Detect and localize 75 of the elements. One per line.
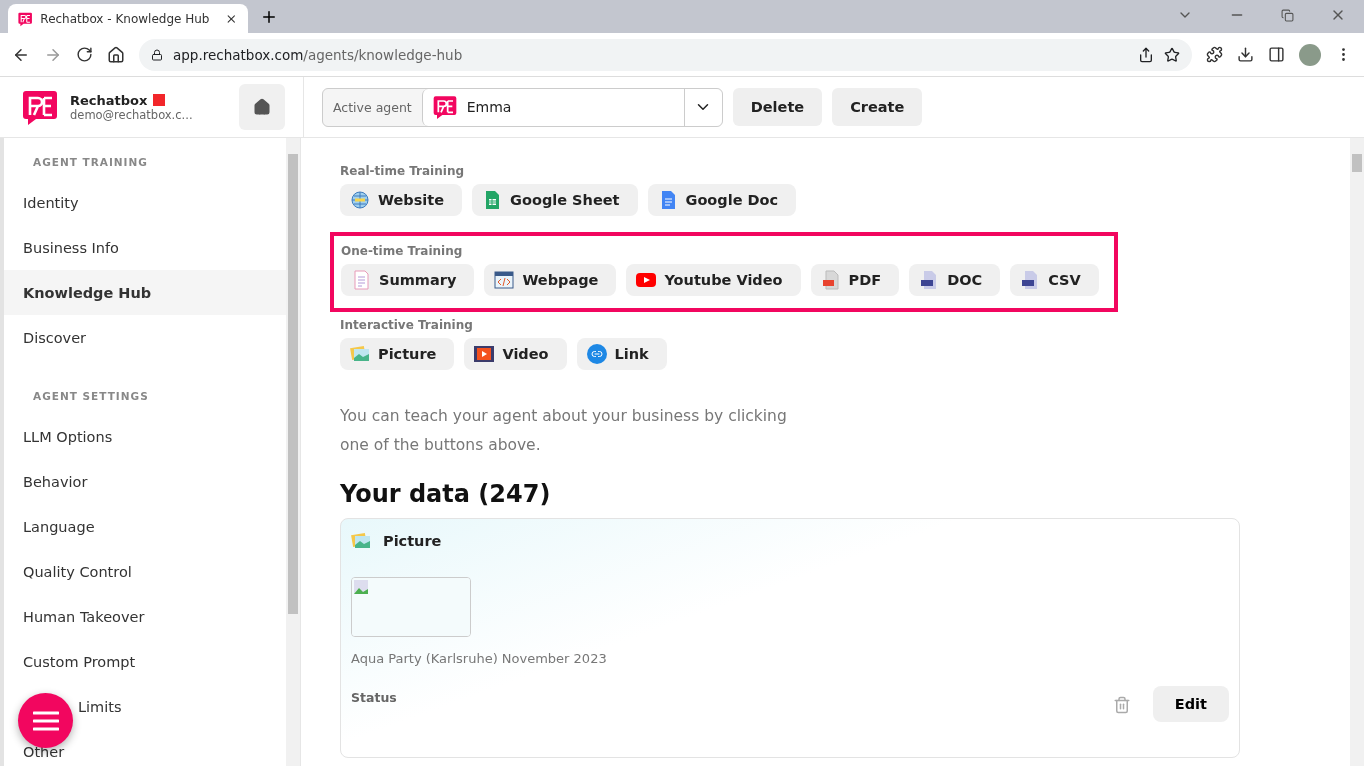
status-square-icon	[153, 94, 166, 106]
document-icon	[351, 270, 371, 290]
training-button[interactable]: Summary	[341, 264, 475, 296]
group-title: One-time Training	[341, 244, 464, 258]
sidebar-item[interactable]: Behavior	[4, 459, 286, 504]
sidebar-item[interactable]: Business Info	[4, 225, 286, 270]
edit-button[interactable]: Edit	[1152, 686, 1229, 722]
hint-text: You can teach your agent about your business by clicking one of the buttons above.	[340, 406, 788, 456]
group-title: Real-time Training	[340, 164, 466, 178]
section-heading: AGENT TRAINING	[32, 155, 149, 170]
training-button[interactable]: PDF	[810, 264, 900, 296]
sidebar-item[interactable]: Limits	[4, 684, 286, 729]
home-button[interactable]	[239, 84, 285, 130]
sidebar-item[interactable]: Language	[4, 504, 286, 549]
picture-icon	[350, 344, 370, 364]
training-button[interactable]: Website	[340, 184, 463, 216]
training-button[interactable]: DOC	[909, 264, 1001, 296]
section-heading: AGENT SETTINGS	[32, 389, 150, 404]
profile-avatar[interactable]	[1299, 43, 1321, 66]
agent-action-button[interactable]: Create	[832, 88, 923, 126]
menu-icon	[32, 710, 59, 731]
training-button[interactable]: Webpage	[484, 264, 617, 296]
training-button[interactable]: CSV	[1010, 264, 1099, 296]
section-title: Your data (247)	[340, 480, 552, 508]
logo-icon	[22, 89, 58, 125]
share-icon[interactable]	[1138, 46, 1154, 63]
url-text: app.rechatbox.com/agents/knowledge-hub	[173, 46, 463, 63]
scrollbar[interactable]	[286, 138, 300, 766]
address-bar[interactable]: app.rechatbox.com/agents/knowledge-hub	[139, 38, 1192, 71]
tab-title: Rechatbox - Knowledge Hub	[40, 11, 210, 26]
account-email: demo@rechatbox.c...	[70, 107, 194, 122]
menu-button[interactable]	[18, 693, 73, 748]
agent-avatar-icon	[432, 95, 457, 119]
home-icon	[253, 98, 271, 116]
sidebar-item[interactable]: LLM Options	[4, 414, 286, 459]
sidebar-item[interactable]: Discover	[4, 315, 286, 360]
training-button[interactable]: Link	[576, 338, 667, 370]
agent-label: Active agent	[332, 98, 413, 117]
brand-name: Rechatbox	[70, 92, 148, 108]
home-icon[interactable]	[107, 45, 125, 64]
card-title: Picture	[383, 533, 442, 549]
sidebar-item[interactable]: Custom Prompt	[4, 639, 286, 684]
sidebar-item[interactable]: Identity	[4, 180, 286, 225]
picture-icon	[351, 531, 371, 551]
film-icon	[474, 344, 495, 364]
training-button[interactable]: Youtube Video	[626, 264, 801, 296]
pdf-file-icon	[820, 270, 841, 290]
group-title: Interactive Training	[340, 318, 474, 332]
extensions-icon[interactable]	[1206, 46, 1223, 63]
reload-icon[interactable]	[76, 46, 93, 63]
browser-tab[interactable]: Rechatbox - Knowledge Hub	[8, 4, 248, 33]
link-icon	[586, 344, 607, 364]
restore-icon[interactable]	[1281, 8, 1294, 22]
training-button[interactable]: Picture	[340, 338, 455, 370]
status-label: Status	[351, 690, 397, 705]
sidebar-item[interactable]: Other	[4, 729, 286, 766]
lock-icon	[151, 48, 163, 61]
training-button[interactable]: Google Doc	[647, 184, 797, 216]
training-button[interactable]: Google Sheet	[472, 184, 638, 216]
picture-caption: Aqua Party (Karlsruhe) November 2023	[351, 651, 608, 666]
download-icon[interactable]	[1237, 46, 1254, 63]
sidebar-item[interactable]: Human Takeover	[4, 594, 286, 639]
play-icon	[636, 270, 657, 290]
agent-action-button[interactable]: Delete	[732, 88, 823, 126]
sidebar-item[interactable]: Knowledge Hub	[4, 270, 286, 315]
training-button[interactable]: Video	[464, 338, 567, 370]
side-panel-icon[interactable]	[1268, 46, 1285, 63]
globe-icon	[350, 190, 370, 210]
sidebar-item[interactable]: Quality Control	[4, 549, 286, 594]
code-window-icon	[494, 270, 515, 290]
favicon-icon	[18, 10, 33, 27]
bookmark-icon[interactable]	[1164, 46, 1180, 63]
new-tab-icon[interactable]	[260, 8, 278, 26]
agent-select[interactable]: Emma	[421, 88, 722, 126]
scrollbar[interactable]	[1350, 138, 1364, 766]
